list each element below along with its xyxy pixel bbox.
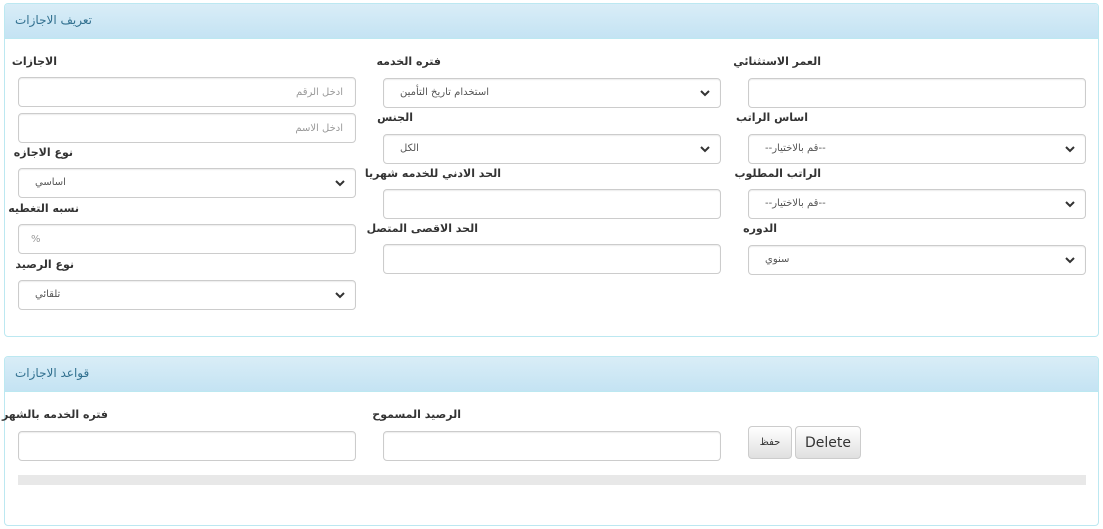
service-months-label: فتره الخدمه بالشهر [1, 408, 108, 421]
chevron-down-icon [335, 292, 345, 299]
chevron-down-icon [1065, 201, 1075, 208]
balance-type-value: تلقائي [35, 289, 61, 300]
leave-rules-header: قواعد الاجازات [5, 357, 1098, 392]
balance-type-label: نوع الرصيد [15, 258, 74, 271]
chevron-down-icon [700, 90, 710, 97]
salary-basis-label: اساس الراتب [735, 111, 808, 124]
required-salary-value: --قم بالاختيار-- [765, 198, 826, 209]
period-value: سنوي [765, 254, 790, 265]
service-period-value: استخدام تاريخ التأمين [400, 87, 489, 98]
min-monthly-service-input[interactable] [383, 189, 721, 219]
service-period-label: فتره الخدمه [376, 55, 441, 68]
required-salary-select[interactable]: --قم بالاختيار-- [748, 189, 1086, 219]
salary-basis-select[interactable]: --قم بالاختيار-- [748, 134, 1086, 164]
exceptional-age-label: العمر الاستثنائي [733, 55, 821, 68]
save-button[interactable]: حفظ [748, 426, 792, 459]
leave-name-input[interactable] [18, 113, 356, 143]
leave-definition-title: تعريف الاجازات [15, 13, 93, 27]
leaves-label: الاجازات [11, 55, 57, 68]
coverage-ratio-input[interactable] [18, 224, 356, 254]
leave-type-value: اساسي [35, 177, 66, 188]
leave-number-input[interactable] [18, 77, 356, 107]
chevron-down-icon [1065, 146, 1075, 153]
required-salary-label: الراتب المطلوب [734, 167, 821, 180]
salary-basis-value: --قم بالاختيار-- [765, 143, 826, 154]
service-months-input[interactable] [18, 431, 356, 461]
chevron-down-icon [1065, 257, 1075, 264]
leave-type-label: نوع الاجازه [13, 146, 73, 159]
period-select[interactable]: سنوي [748, 245, 1086, 275]
coverage-ratio-label: نسبه التغطيه [8, 202, 79, 215]
leave-rules-title: قواعد الاجازات [15, 366, 90, 380]
period-label: الدوره [743, 222, 777, 235]
gender-label: الجنس [377, 111, 413, 124]
balance-type-select[interactable]: تلقائي [18, 280, 356, 310]
gender-value: الكل [400, 143, 419, 154]
exceptional-age-input[interactable] [748, 78, 1086, 108]
allowed-balance-input[interactable] [383, 431, 721, 461]
chevron-down-icon [335, 180, 345, 187]
min-monthly-service-label: الحد الادني للخدمه شهريا [364, 167, 501, 180]
max-continuous-input[interactable] [383, 244, 721, 274]
rules-table-header-bar [18, 475, 1086, 485]
leave-definition-header: تعريف الاجازات [5, 4, 1098, 39]
delete-button[interactable]: Delete [795, 426, 861, 459]
gender-select[interactable]: الكل [383, 134, 721, 164]
leave-type-select[interactable]: اساسي [18, 168, 356, 198]
max-continuous-label: الحد الاقصى المتصل [366, 222, 478, 235]
chevron-down-icon [700, 146, 710, 153]
allowed-balance-label: الرصيد المسموح [372, 408, 461, 421]
service-period-select[interactable]: استخدام تاريخ التأمين [383, 78, 721, 108]
